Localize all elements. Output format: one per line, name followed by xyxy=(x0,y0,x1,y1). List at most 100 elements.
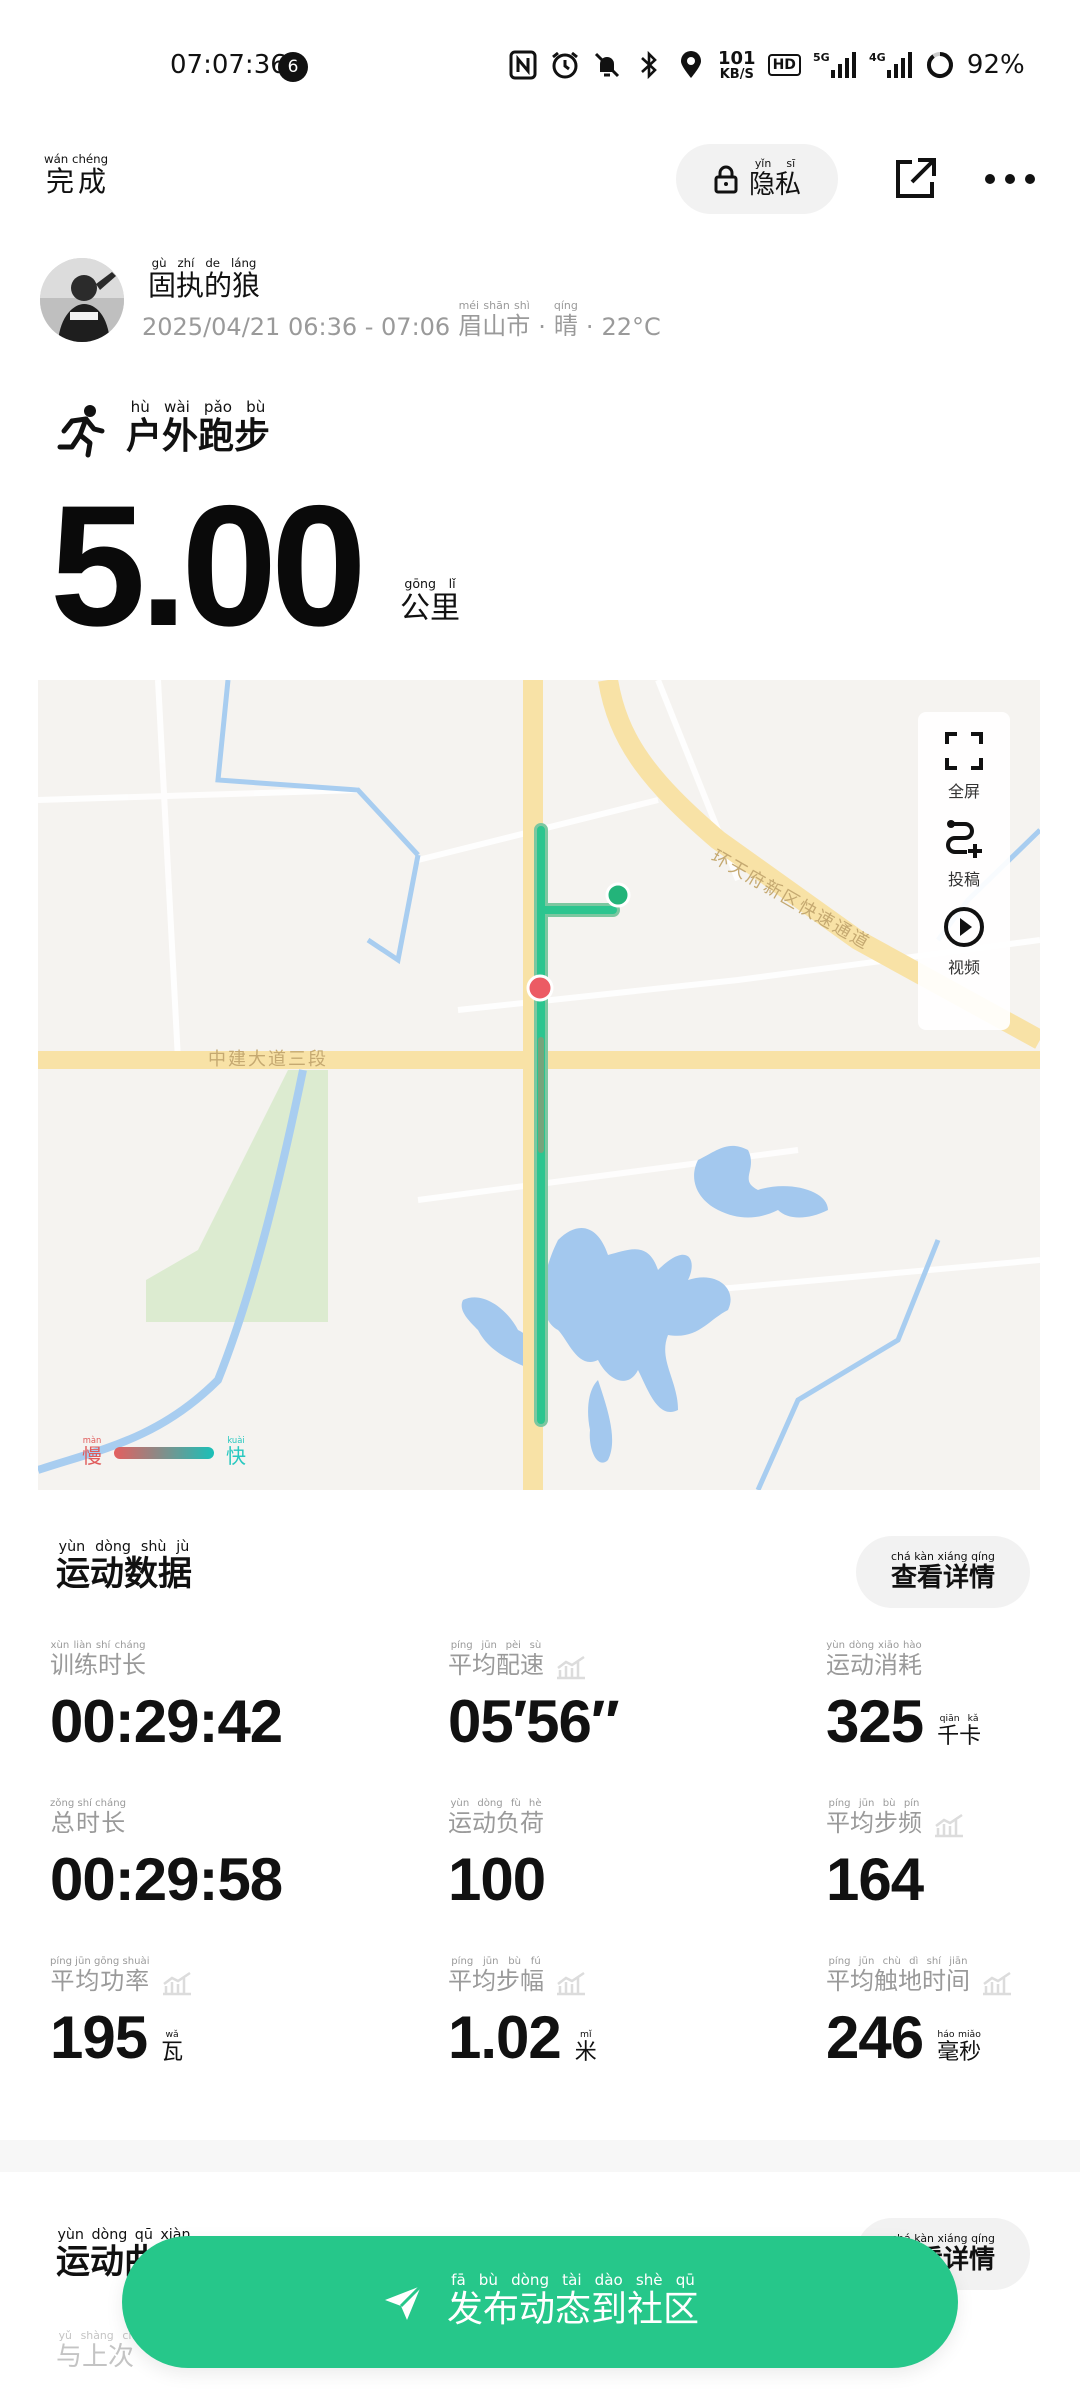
svg-text:4G: 4G xyxy=(869,51,886,64)
stat-label: 平均配速píng jūn pèi sù xyxy=(448,1640,619,1680)
send-icon xyxy=(384,2284,423,2320)
activity-meta: 2025/04/21 06:36 - 07:06 眉山市méi shān shì… xyxy=(142,299,661,341)
activity-header: 户外跑步hù wài pǎo bù xyxy=(56,398,271,459)
stat-label: 平均步频píng jūn bù pín xyxy=(826,1798,966,1838)
done-button[interactable]: 完成wán chéng xyxy=(44,152,108,200)
fullscreen-button[interactable]: 全屏 xyxy=(941,728,987,802)
stat-item: 总时长zǒng shí cháng 00:29:58 xyxy=(50,1798,283,1913)
map-control-label: 投稿 xyxy=(947,870,980,889)
activity-city: 眉山市méi shān shì xyxy=(458,299,531,340)
privacy-button[interactable]: 隐私yǐn sī xyxy=(676,144,838,214)
battery-icon xyxy=(925,48,955,82)
legend-fast: 快kuài xyxy=(226,1435,246,1468)
mute-icon xyxy=(592,48,622,82)
stat-value: 325 千卡qiān kǎ xyxy=(826,1688,982,1755)
stat-unit: 毫秒háo miǎo xyxy=(937,2029,982,2065)
road-label: 中建大道三段 xyxy=(208,1049,328,1070)
stat-item: 平均配速píng jūn pèi sù 05′56″ xyxy=(448,1640,620,1755)
road-label: 环天府新区快速通道 xyxy=(708,846,874,954)
more-dots-icon xyxy=(985,174,1035,184)
distance-unit: 公里gōng lǐ xyxy=(400,576,460,626)
lock-icon xyxy=(714,165,738,194)
section-title-sport-data: 运动数据yùn dòng shù jù xyxy=(56,1539,192,1594)
end-marker xyxy=(526,974,554,1002)
stat-value: 246 毫秒háo miǎo xyxy=(826,2004,982,2071)
avatar[interactable] xyxy=(40,258,124,342)
stat-label: 平均触地时间píng jūn chù dì shí jiān xyxy=(826,1956,1014,1996)
stat-unit: 瓦wǎ xyxy=(161,2029,184,2065)
nfc-icon xyxy=(508,48,538,82)
stat-value: 1.02 米mǐ xyxy=(448,2004,597,2071)
compare-label: 与上次yǔ shàng cì xyxy=(56,2329,135,2372)
activity-datetime: 2025/04/21 06:36 - 07:06 xyxy=(142,313,451,341)
stat-item: 平均步幅píng jūn bù fú 1.02 米mǐ xyxy=(448,1956,597,2068)
stat-item: 平均触地时间píng jūn chù dì shí jiān 246 毫秒háo m… xyxy=(826,1956,1014,2068)
stat-item: 平均步频píng jūn bù pín 164 xyxy=(826,1798,966,1910)
view-details-button[interactable]: 查看详情chá kàn xiáng qíng xyxy=(856,1536,1030,1608)
stat-label: 训练时长xùn liàn shí cháng xyxy=(50,1640,146,1679)
bluetooth-icon xyxy=(634,48,664,82)
river-line xyxy=(366,854,421,965)
pace-legend: 慢màn 快kuài xyxy=(82,1435,246,1469)
submit-route-button[interactable]: 投稿 xyxy=(941,816,987,890)
location-icon xyxy=(676,48,706,82)
top-bar: 完成wán chéng 隐私yǐn sī xyxy=(0,140,1080,220)
trend-chart-icon[interactable] xyxy=(554,1970,588,1996)
map-canvas: 中建大道三段 环天府新区快速通道 xyxy=(38,680,1040,1490)
trend-chart-icon[interactable] xyxy=(932,1812,966,1838)
signal-4g-icon: 4G xyxy=(869,48,913,82)
username[interactable]: 固执的狼gù zhí de láng xyxy=(148,256,260,304)
park-area xyxy=(146,1070,328,1322)
stat-label: 平均步幅píng jūn bù fú xyxy=(448,1956,597,1996)
section-divider xyxy=(0,2140,1080,2172)
route-map[interactable]: 中建大道三段 环天府新区快速通道 xyxy=(38,680,1040,1490)
stat-value: 00:29:42 xyxy=(50,1688,283,1755)
stat-label: 总时长zǒng shí cháng xyxy=(50,1798,126,1837)
publish-to-community-button[interactable]: 发布动态到社区fā bù dòng tài dào shè qū xyxy=(122,2236,958,2368)
activity-weather: 晴qíng xyxy=(553,299,578,340)
map-controls: 全屏 投稿 视频 xyxy=(918,712,1010,1030)
stat-value: 00:29:58 xyxy=(50,1846,283,1913)
alarm-icon xyxy=(550,48,580,82)
stat-item: 平均功率píng jūn gōng shuài 195 瓦wǎ xyxy=(50,1956,194,2068)
distance-value: 5.00 xyxy=(50,470,367,662)
share-icon xyxy=(896,158,936,198)
stat-value: 100 xyxy=(448,1846,546,1913)
stat-value: 05′56″ xyxy=(448,1688,620,1755)
status-time: 07:07:36 xyxy=(170,50,287,80)
net-speed: 101 KB/S xyxy=(718,47,756,82)
avatar-image xyxy=(40,258,124,342)
start-marker xyxy=(605,882,631,908)
lake-area xyxy=(588,1380,613,1463)
river-line xyxy=(215,680,420,857)
lake-area xyxy=(543,1228,731,1412)
trend-chart-icon[interactable] xyxy=(554,1654,588,1680)
map-control-label: 全屏 xyxy=(947,782,980,801)
trend-chart-icon[interactable] xyxy=(980,1970,1014,1996)
fullscreen-icon xyxy=(945,732,983,770)
share-button[interactable] xyxy=(890,154,940,204)
stat-label: 平均功率píng jūn gōng shuài xyxy=(50,1956,194,1996)
meta-separator: · xyxy=(585,313,594,341)
legend-slow: 慢màn xyxy=(82,1435,102,1468)
activity-temperature: 22°C xyxy=(601,313,661,341)
more-button[interactable] xyxy=(980,156,1040,202)
stat-item: 运动消耗yùn dòng xiāo hào 325 千卡qiān kǎ xyxy=(826,1640,981,1752)
notification-count-badge: 6 xyxy=(278,52,308,82)
running-icon xyxy=(57,405,105,458)
play-icon xyxy=(944,907,984,947)
stat-label: 运动负荷yùn dòng fù hè xyxy=(448,1798,544,1837)
stat-unit: 米mǐ xyxy=(574,2029,597,2065)
signal-5g-icon: 5G xyxy=(813,48,857,82)
battery-percent: 92% xyxy=(966,50,1025,80)
meta-separator: · xyxy=(538,313,546,341)
stat-label: 运动消耗yùn dòng xiāo hào xyxy=(826,1640,922,1679)
video-button[interactable]: 视频 xyxy=(941,904,987,978)
svg-text:5G: 5G xyxy=(813,51,830,64)
activity-type: 户外跑步hù wài pǎo bù xyxy=(126,398,271,457)
trend-chart-icon[interactable] xyxy=(160,1970,194,1996)
stat-value: 195 瓦wǎ xyxy=(50,2004,184,2071)
stat-item: 训练时长xùn liàn shí cháng 00:29:42 xyxy=(50,1640,283,1755)
status-icons: 101 KB/S HD 5G 4G 92% xyxy=(508,48,1025,82)
status-bar: 07:07:36 6 101 KB/S HD 5G 4G 92% xyxy=(0,0,1080,130)
